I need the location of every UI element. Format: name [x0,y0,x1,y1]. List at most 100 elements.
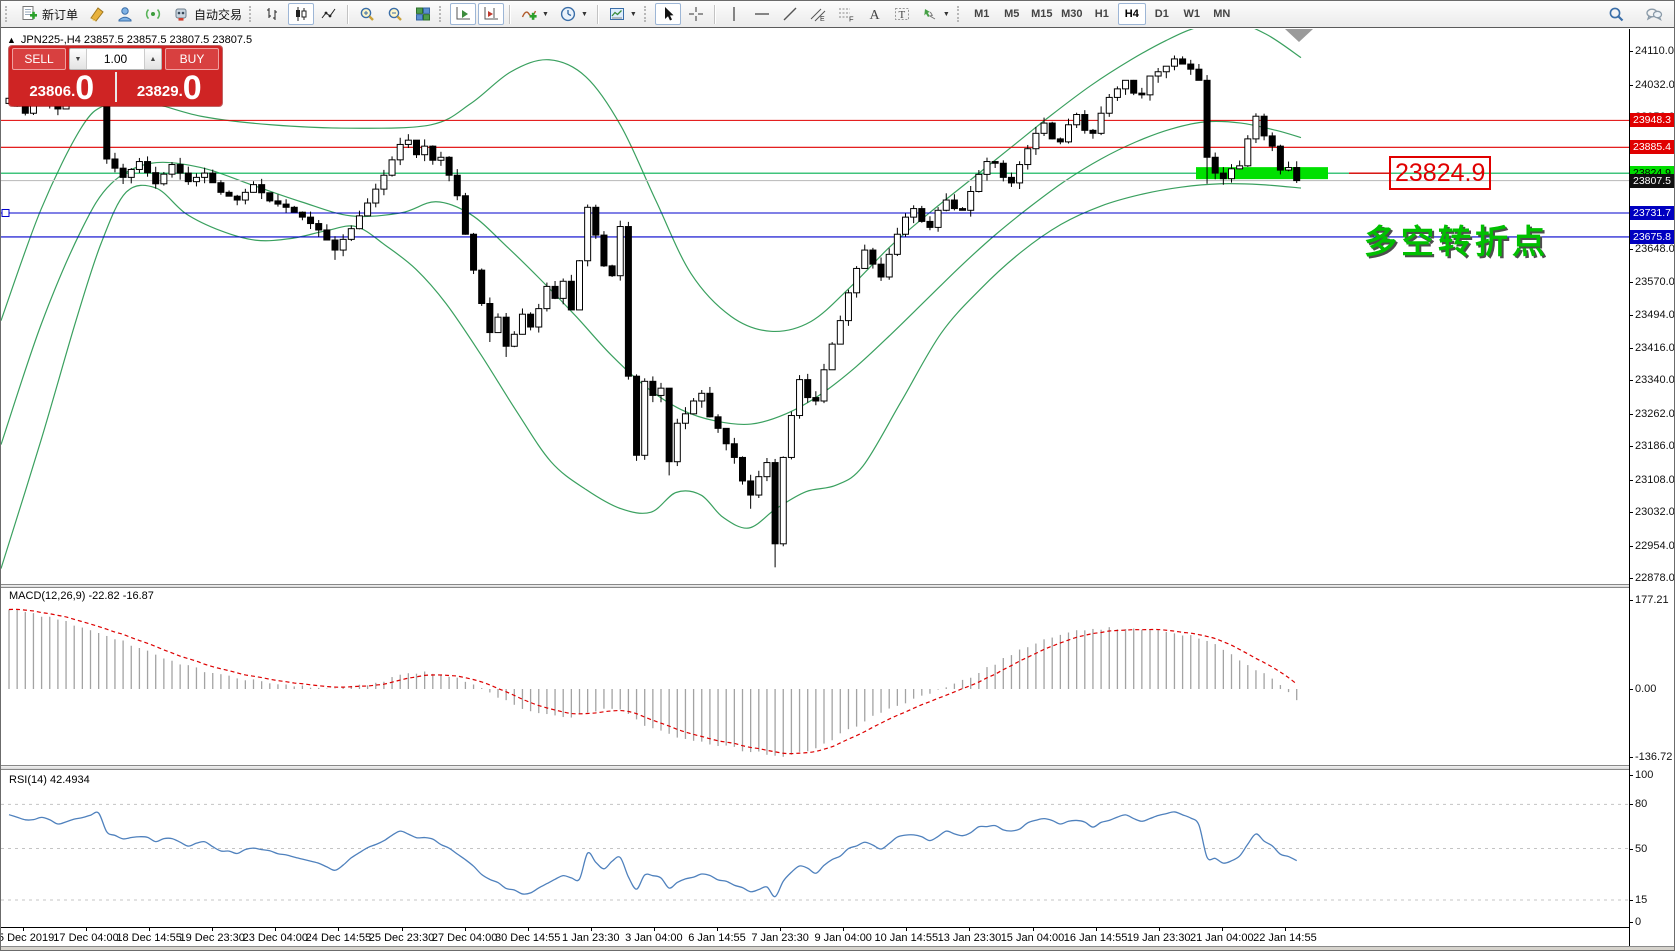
sell-button[interactable]: SELL [12,48,66,70]
fibonacci-tool-button[interactable]: F [833,3,859,25]
candle-body [911,209,917,218]
cursor-tool-button[interactable] [655,3,681,25]
toolbar-grip[interactable] [5,6,11,22]
sell-price[interactable]: 23806.0 [9,70,115,104]
arrows-tool-button[interactable]: ▼ [917,3,954,25]
timeframe-m15-button[interactable]: M15 [1028,3,1056,25]
bar-chart-button[interactable] [260,3,286,25]
macd-scale-label: 0.00 [1635,683,1656,695]
timeframe-d1-button[interactable]: D1 [1148,3,1176,25]
timeframe-h1-button[interactable]: H1 [1088,3,1116,25]
equidistant-channel-tool-button[interactable]: E [805,3,831,25]
time-axis-label: 10 Jan 14:55 [874,932,938,944]
macd-scale-label: 177.21 [1635,594,1669,606]
chat-button[interactable] [1641,3,1667,25]
auto-scroll-button[interactable] [450,3,476,25]
timeframe-h4-button[interactable]: H4 [1118,3,1146,25]
text-label-tool-button[interactable]: T [889,3,915,25]
candle-body [731,444,737,458]
buy-price[interactable]: 23829.0 [117,70,223,104]
candle-body [128,169,134,177]
candle-body [536,309,542,327]
profile-button[interactable] [112,3,138,25]
signals-button[interactable] [140,3,166,25]
chart-header: ▲ JPN225-,H4 23857.5 23857.5 23807.5 238… [7,34,252,46]
toolbar-grip[interactable] [957,6,963,22]
channel-icon: E [809,5,827,23]
volume-decrease-button[interactable]: ▼ [70,49,87,69]
candle-body [609,266,615,276]
dropdown-arrow-icon[interactable]: ▼ [542,11,549,18]
time-axis[interactable]: 15 Dec 201917 Dec 04:0018 Dec 14:5519 De… [1,927,1629,946]
chart-window: ▲ JPN225-,H4 23857.5 23857.5 23807.5 238… [1,29,1675,946]
candle-body [1245,139,1251,166]
trendline-tool-button[interactable] [777,3,803,25]
timeframe-mn-button[interactable]: MN [1208,3,1236,25]
horizontal-line-tool-button[interactable] [749,3,775,25]
zoom-out-button[interactable] [382,3,408,25]
timeframe-m5-button[interactable]: M5 [998,3,1026,25]
candle-body [903,217,909,234]
styles-button[interactable] [84,3,110,25]
periods-button[interactable]: ▼ [555,3,592,25]
candle-body [1269,136,1275,146]
tile-windows-button[interactable] [410,3,436,25]
candle-body [625,227,631,377]
candle-body [568,281,574,310]
candlestick-chart-button[interactable] [288,3,314,25]
volume-increase-button[interactable]: ▲ [144,49,161,69]
vertical-line-tool-button[interactable] [721,3,747,25]
candle-body [585,207,591,260]
dropdown-arrow-icon[interactable]: ▼ [630,11,637,18]
hline-handle[interactable] [2,209,9,216]
candle-body [1220,173,1226,179]
dropdown-arrow-icon[interactable]: ▼ [943,11,950,18]
candle-body [1041,123,1047,133]
toolbar-separator [597,5,599,24]
price-chart-canvas [1,29,1629,584]
price-axis-label: 23340.0 [1635,374,1675,386]
line-chart-icon [320,5,338,23]
toolbar-grip[interactable] [644,6,650,22]
buy-button[interactable]: BUY [165,48,219,70]
candle-body [218,183,224,193]
auto-trading-button[interactable]: 自动交易 [168,3,246,25]
timeframe-m1-button[interactable]: M1 [968,3,996,25]
volume-value[interactable]: 1.00 [87,49,144,69]
candle-body [1017,165,1023,183]
candle-body [723,428,729,443]
periods-clock-icon [559,5,577,23]
candle-body [1171,59,1177,66]
toolbar-grip[interactable] [439,6,445,22]
time-tick [275,928,276,931]
timeframe-w1-button[interactable]: W1 [1178,3,1206,25]
dropdown-arrow-icon[interactable]: ▼ [581,11,588,18]
crosshair-tool-button[interactable] [683,3,709,25]
new-order-button[interactable]: 新订单 [16,3,82,25]
collapse-panel-icon[interactable]: ▲ [7,35,16,45]
rsi-line [9,812,1297,897]
zoom-in-button[interactable] [354,3,380,25]
time-tick [149,928,150,931]
chart-shift-button[interactable] [478,3,504,25]
symbol-search-button[interactable] [1603,3,1629,25]
turning-point-annotation[interactable]: 多空转折点 [1364,215,1549,263]
candle-body [552,286,558,298]
candle-body [145,162,151,173]
time-axis-label: 7 Jan 23:30 [751,932,809,944]
axis-tick [1630,282,1633,283]
line-chart-button[interactable] [316,3,342,25]
candle-body [1000,163,1006,177]
profile-icon [116,5,134,23]
macd-signal-line [9,609,1297,753]
templates-button[interactable]: ▼ [604,3,641,25]
add-indicator-button[interactable]: ▼ [516,3,553,25]
candle-body [234,196,240,200]
chart-shift-marker-icon[interactable] [1285,29,1313,42]
price-callout-label[interactable]: 23824.9 [1389,156,1491,190]
timeframe-m30-button[interactable]: M30 [1058,3,1086,25]
text-tool-button[interactable]: A [861,3,887,25]
toolbar-grip[interactable] [249,6,255,22]
price-axis[interactable]: 24110.024032.023956.023878.023802.023724… [1630,29,1675,946]
candle-body [829,344,835,370]
